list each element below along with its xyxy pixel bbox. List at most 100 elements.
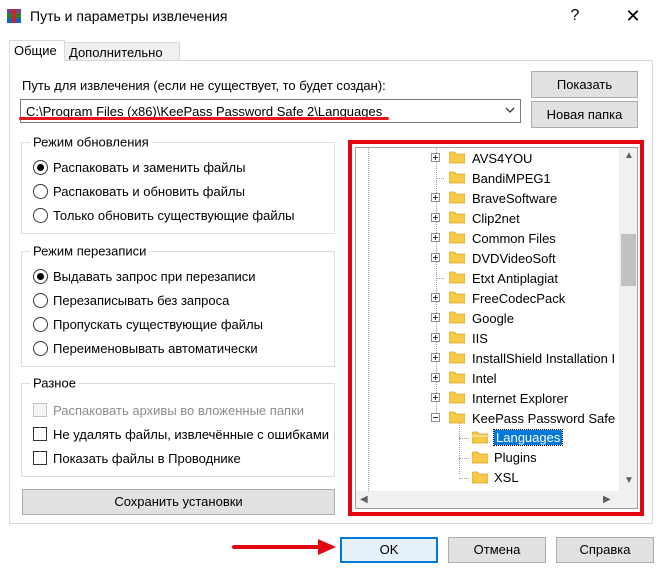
tree-guide-line bbox=[436, 178, 444, 179]
tree-item[interactable]: Clip2net bbox=[356, 208, 618, 228]
expand-icon[interactable] bbox=[431, 313, 440, 322]
tree-item-label: BraveSoftware bbox=[472, 191, 558, 206]
folder-icon bbox=[448, 371, 466, 384]
cancel-button[interactable]: Отмена bbox=[448, 537, 546, 563]
expand-icon[interactable] bbox=[431, 293, 440, 302]
tree-item[interactable]: Google bbox=[356, 308, 618, 328]
radio-button[interactable] bbox=[33, 184, 48, 199]
option-label: Распаковать и заменить файлы bbox=[53, 160, 246, 175]
tree-item[interactable]: Common Files bbox=[356, 228, 618, 248]
folder-icon bbox=[471, 431, 489, 444]
folder-icon bbox=[448, 191, 466, 204]
expand-icon[interactable] bbox=[431, 333, 440, 342]
save-settings-button[interactable]: Сохранить установки bbox=[22, 489, 335, 515]
expand-icon[interactable] bbox=[431, 213, 440, 222]
annotation-arrow-icon bbox=[232, 539, 336, 555]
tree-item-child[interactable]: Languages bbox=[356, 428, 618, 448]
scroll-up-icon[interactable]: ▲ bbox=[624, 150, 634, 161]
radio-button[interactable] bbox=[33, 160, 48, 175]
tree-guide-line bbox=[436, 278, 444, 279]
expand-icon[interactable] bbox=[431, 193, 440, 202]
tree-item-label: Etxt Antiplagiat bbox=[472, 271, 558, 286]
tree-guide-line bbox=[459, 458, 469, 459]
window-title: Путь и параметры извлечения bbox=[30, 8, 228, 24]
help-icon[interactable]: ? bbox=[552, 0, 598, 32]
folder-icon bbox=[448, 231, 466, 244]
tree-item-label: DVDVideoSoft bbox=[472, 251, 556, 266]
annotation-underline bbox=[19, 117, 389, 120]
tree-item[interactable]: Etxt Antiplagiat bbox=[356, 268, 618, 288]
close-icon[interactable]: ✕ bbox=[610, 0, 656, 32]
radio-button[interactable] bbox=[33, 341, 48, 356]
radio-button[interactable] bbox=[33, 208, 48, 223]
tree-item[interactable]: KeePass Password Safe 2 bbox=[356, 408, 626, 428]
tree-item-label: Google bbox=[472, 311, 514, 326]
collapse-icon[interactable] bbox=[431, 413, 440, 422]
expand-icon[interactable] bbox=[431, 253, 440, 262]
tree-item-label: AVS4YOU bbox=[472, 151, 533, 166]
tree-item[interactable]: FreeCodecPack bbox=[356, 288, 618, 308]
tree-item-child[interactable]: Plugins bbox=[356, 448, 618, 468]
tab-general[interactable]: Общие bbox=[9, 40, 65, 61]
folder-icon bbox=[448, 331, 466, 344]
tree-item[interactable]: Intel bbox=[356, 368, 618, 388]
new-folder-button[interactable]: Новая папка bbox=[531, 101, 638, 128]
tree-item[interactable]: AVS4YOU bbox=[356, 148, 618, 168]
option-label: Распаковать архивы во вложенные папки bbox=[53, 403, 305, 418]
expand-icon[interactable] bbox=[431, 233, 440, 242]
radio-button[interactable] bbox=[33, 269, 48, 284]
winrar-app-icon bbox=[7, 9, 21, 23]
option-label: Только обновить существующие файлы bbox=[53, 208, 295, 223]
tree-item[interactable]: BraveSoftware bbox=[356, 188, 618, 208]
misc-group: Разное Распаковать архивы во вложенные п… bbox=[21, 375, 335, 477]
dropdown-arrow-icon[interactable] bbox=[504, 103, 516, 117]
folder-icon bbox=[448, 391, 466, 404]
scroll-down-icon[interactable]: ▼ bbox=[624, 475, 634, 486]
show-button[interactable]: Показать bbox=[531, 71, 638, 98]
radio-button[interactable] bbox=[33, 317, 48, 332]
tree-item[interactable]: IIS bbox=[356, 328, 618, 348]
tree-item-label: InstallShield Installation I bbox=[472, 351, 616, 366]
folder-icon bbox=[448, 291, 466, 304]
folder-icon bbox=[448, 351, 466, 364]
horizontal-scrollbar[interactable]: ◀ ▶ bbox=[356, 491, 619, 508]
expand-icon[interactable] bbox=[431, 373, 440, 382]
option-label: Показать файлы в Проводнике bbox=[53, 451, 241, 466]
option-label: Выдавать запрос при перезаписи bbox=[53, 269, 256, 284]
vertical-scrollbar[interactable]: ▲ ▼ bbox=[619, 148, 637, 491]
tree-item-label: FreeCodecPack bbox=[472, 291, 566, 306]
tree-item[interactable]: BandiMPEG1 bbox=[356, 168, 618, 188]
tree-item-label: KeePass Password Safe 2 bbox=[472, 411, 626, 426]
tree-item[interactable]: DVDVideoSoft bbox=[356, 248, 618, 268]
title-bar: Путь и параметры извлечения ? ✕ bbox=[0, 0, 663, 34]
path-label: Путь для извлечения (если не существует,… bbox=[22, 78, 386, 93]
checkbox bbox=[33, 403, 47, 417]
expand-icon[interactable] bbox=[431, 353, 440, 362]
update-mode-title: Режим обновления bbox=[30, 134, 152, 150]
tree-item[interactable]: Internet Explorer bbox=[356, 388, 618, 408]
checkbox[interactable] bbox=[33, 427, 47, 441]
tree-item[interactable]: InstallShield Installation I bbox=[356, 348, 618, 368]
folder-tree[interactable]: AVS4YOU BandiMPEG1 BraveSoftware Clip2net Co… bbox=[355, 147, 638, 509]
folder-icon bbox=[448, 311, 466, 324]
expand-icon[interactable] bbox=[431, 153, 440, 162]
option-label: Перезаписывать без запроса bbox=[53, 293, 230, 308]
help-button[interactable]: Справка bbox=[556, 537, 654, 563]
tree-item-label: Intel bbox=[472, 371, 497, 386]
tree-item-label: Plugins bbox=[494, 450, 537, 465]
overwrite-mode-group: Режим перезаписи Выдавать запрос при пер… bbox=[21, 243, 335, 367]
tree-item-label: Common Files bbox=[472, 231, 556, 246]
folder-icon bbox=[471, 451, 489, 464]
scroll-right-icon[interactable]: ▶ bbox=[603, 494, 611, 505]
folder-icon bbox=[448, 211, 466, 224]
tree-item-child[interactable]: XSL bbox=[356, 468, 618, 488]
scroll-thumb[interactable] bbox=[621, 234, 636, 286]
tab-advanced[interactable]: Дополнительно bbox=[64, 42, 180, 61]
expand-icon[interactable] bbox=[431, 393, 440, 402]
scroll-left-icon[interactable]: ◀ bbox=[360, 494, 368, 505]
ok-button[interactable]: OK bbox=[340, 537, 438, 563]
checkbox[interactable] bbox=[33, 451, 47, 465]
radio-button[interactable] bbox=[33, 293, 48, 308]
misc-title: Разное bbox=[30, 375, 79, 391]
option-label: Переименовывать автоматически bbox=[53, 341, 258, 356]
